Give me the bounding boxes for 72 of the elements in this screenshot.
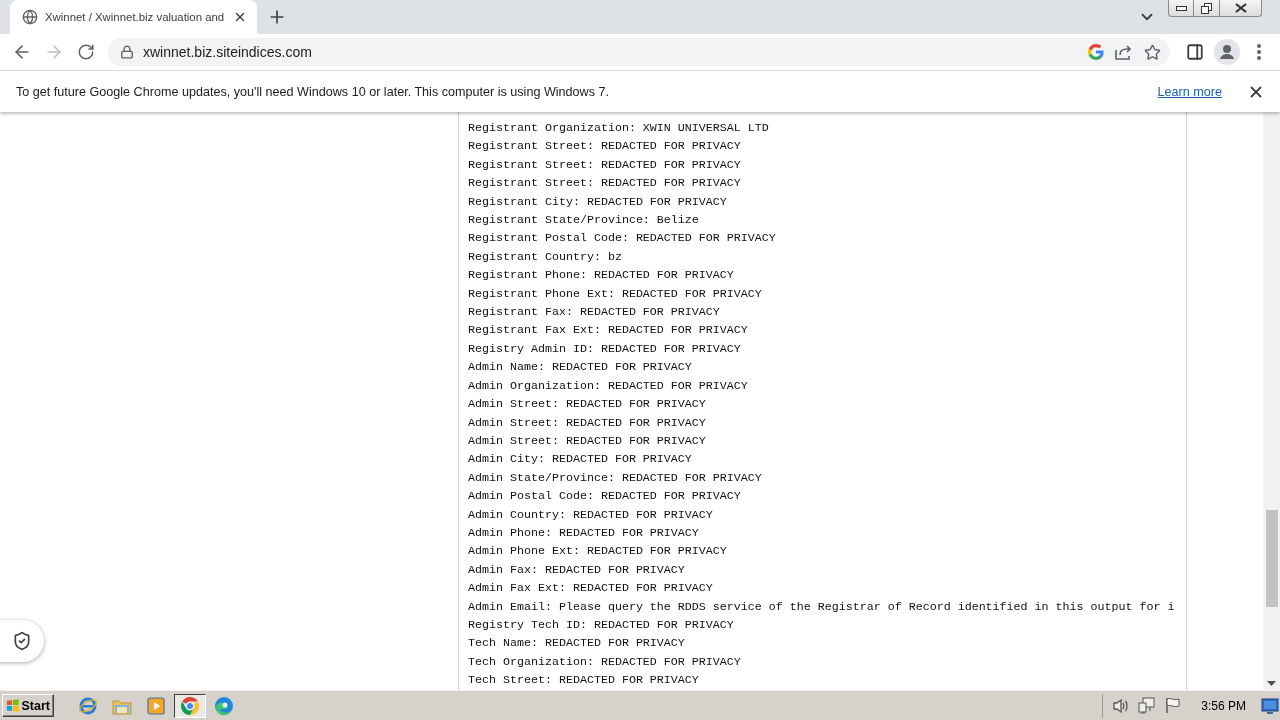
whois-line: Admin Name: REDACTED FOR PRIVACY: [468, 359, 692, 377]
minimize-button[interactable]: [1168, 0, 1194, 17]
whois-line: Admin Phone Ext: REDACTED FOR PRIVACY: [468, 543, 727, 561]
media-player-icon: [147, 696, 165, 715]
whois-line: Registrant Phone Ext: REDACTED FOR PRIVACY: [468, 285, 762, 303]
shield-button[interactable]: [0, 620, 44, 662]
shield-check-icon: [12, 631, 32, 651]
restore-icon: [1201, 2, 1212, 14]
show-desktop-button[interactable]: [1260, 695, 1280, 716]
profile-button[interactable]: [1213, 38, 1241, 66]
whois-line: Registrant Fax Ext: REDACTED FOR PRIVACY: [468, 322, 748, 340]
star-icon: [1143, 43, 1161, 61]
whois-line: Registrant Street: REDACTED FOR PRIVACY: [468, 156, 741, 174]
menu-icon: [1257, 44, 1261, 60]
restore-button[interactable]: [1193, 0, 1220, 17]
infobar-message: To get future Google Chrome updates, you'll need Windows 10 or later. This computer is using Windows 7.: [16, 84, 610, 99]
whois-line: Admin Fax Ext: REDACTED FOR PRIVACY: [468, 580, 713, 598]
lock-icon: [120, 45, 134, 59]
side-panel-icon: [1186, 43, 1204, 61]
whois-line: Admin Phone: REDACTED FOR PRIVACY: [468, 524, 699, 542]
whois-line: Registry Tech ID: REDACTED FOR PRIVACY: [468, 616, 734, 634]
url-text: xwinnet.biz.siteindices.com: [143, 44, 313, 60]
network-icon: [1138, 697, 1157, 714]
scrollbar-track[interactable]: [1263, 112, 1280, 690]
start-button[interactable]: Start: [2, 694, 54, 717]
whois-line: Admin City: REDACTED FOR PRIVACY: [468, 451, 692, 469]
whois-line: Registrant State/Province: Belize: [468, 212, 699, 230]
reload-icon: [77, 43, 95, 61]
chrome-icon: [180, 695, 200, 716]
tab-title: Xwinnet / Xwinnet.biz valuation and: [45, 11, 225, 23]
whois-line: Registrant City: REDACTED FOR PRIVACY: [468, 193, 727, 211]
network-button[interactable]: [1137, 695, 1158, 716]
whois-line: Registrant Phone: REDACTED FOR PRIVACY: [468, 267, 734, 285]
whois-line: Tech Organization: REDACTED FOR PRIVACY: [468, 653, 741, 671]
whois-line: Admin Street: REDACTED FOR PRIVACY: [468, 432, 706, 450]
flag-icon: [1165, 697, 1182, 714]
whois-line: Admin Organization: REDACTED FOR PRIVACY: [468, 377, 748, 395]
whois-line: Registrant Country: bz: [468, 248, 622, 266]
close-icon: [1234, 3, 1247, 13]
address-bar[interactable]: xwinnet.biz.siteindices.com: [108, 38, 1170, 66]
clock[interactable]: 3:56 PM: [1201, 698, 1246, 713]
whois-line: Tech Street: REDACTED FOR PRIVACY: [468, 672, 699, 690]
whois-line: Registry Admin ID: REDACTED FOR PRIVACY: [468, 340, 741, 358]
share-icon: [1115, 44, 1133, 60]
browser-tab[interactable]: Xwinnet / Xwinnet.biz valuation and: [10, 0, 258, 34]
whois-line: Admin Country: REDACTED FOR PRIVACY: [468, 506, 713, 524]
globe-icon: [22, 9, 38, 25]
whois-line: Registrant Fax: REDACTED FOR PRIVACY: [468, 304, 720, 322]
scroll-down-arrow-icon[interactable]: [1267, 681, 1276, 686]
whois-line: Admin Email: Please query the RDDS service of the Registrar of Record identified in this output for i: [468, 598, 1175, 616]
scrollbar-thumb[interactable]: [1265, 510, 1278, 607]
whois-line: Registrant Street: REDACTED FOR PRIVACY: [468, 138, 741, 156]
speaker-icon: [1112, 697, 1131, 714]
whois-line: Registrant Organization: XWIN UNIVERSAL LTD: [468, 120, 769, 137]
whois-line: Admin Street: REDACTED FOR PRIVACY: [468, 396, 706, 414]
window-close-button[interactable]: [1219, 0, 1262, 17]
windows-flag-icon: [6, 698, 20, 713]
whois-line: Registrant Postal Code: REDACTED FOR PRIVACY: [468, 230, 776, 248]
whois-line: Registrant Street: REDACTED FOR PRIVACY: [468, 175, 741, 193]
whois-line: Admin State/Province: REDACTED FOR PRIVACY: [468, 469, 762, 487]
desktop-icon: [1261, 697, 1279, 714]
taskbar-app-button[interactable]: [174, 693, 206, 718]
whois-line: Admin Street: REDACTED FOR PRIVACY: [468, 414, 706, 432]
whois-line: Admin Fax: REDACTED FOR PRIVACY: [468, 561, 685, 579]
whois-line: Admin Postal Code: REDACTED FOR PRIVACY: [468, 488, 741, 506]
edge-icon: [214, 695, 234, 716]
learn-more-link[interactable]: Learn more: [1157, 84, 1222, 99]
google-g-icon: [1088, 44, 1104, 60]
ie-icon: [78, 695, 98, 716]
whois-line: Tech Name: REDACTED FOR PRIVACY: [468, 635, 685, 653]
profile-avatar-icon: [1214, 39, 1240, 65]
minimize-icon: [1175, 5, 1187, 11]
